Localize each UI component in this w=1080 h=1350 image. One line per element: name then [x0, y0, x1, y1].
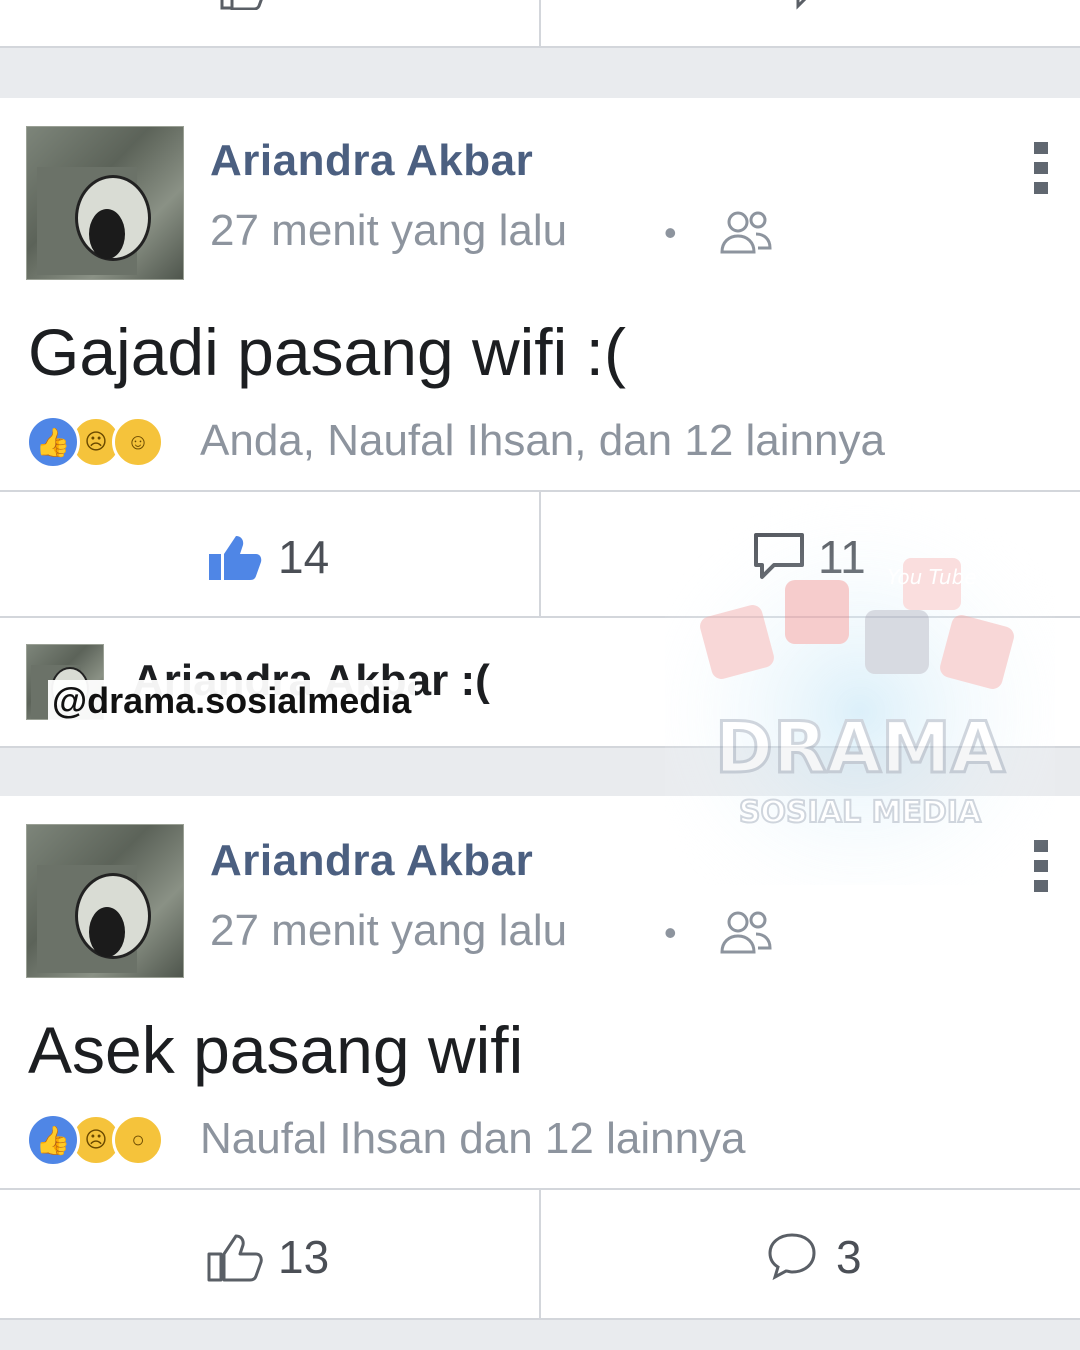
reaction-summary[interactable]: Naufal Ihsan dan 12 lainnya: [200, 1114, 746, 1164]
action-divider: [539, 0, 541, 48]
comment-button[interactable]: 3: [766, 1230, 862, 1284]
thumbs-up-icon: [209, 536, 262, 580]
like-reaction-icon: 👍: [26, 1113, 80, 1167]
avatar[interactable]: [26, 126, 184, 280]
wow-reaction-icon: ○: [112, 1114, 164, 1166]
like-button[interactable]: 14: [206, 530, 329, 584]
post-text: Asek pasang wifi: [28, 1013, 524, 1087]
comment-button[interactable]: [790, 0, 830, 10]
watermark-handle: @drama.sosialmedia: [48, 680, 416, 722]
comment-count: 3: [836, 1231, 862, 1283]
meta-separator: •: [664, 912, 677, 953]
action-divider: [539, 1190, 541, 1320]
meta-separator: •: [664, 212, 677, 253]
thumbs-up-icon: [220, 0, 263, 11]
avatar[interactable]: [26, 824, 184, 978]
divider: [0, 46, 1080, 48]
author-name[interactable]: Ariandra Akbar: [210, 836, 533, 886]
comment-icon: [796, 0, 807, 10]
friends-privacy-icon: [718, 208, 774, 263]
logo-title: DRAMA: [715, 707, 1005, 789]
reaction-summary[interactable]: Anda, Naufal Ihsan, dan 12 lainnya: [200, 416, 885, 466]
post-timestamp[interactable]: 27 menit yang lalu: [210, 906, 567, 956]
more-options-icon[interactable]: [1034, 142, 1048, 194]
action-divider: [539, 492, 541, 618]
thumbs-up-icon: [207, 1234, 263, 1282]
post-timestamp[interactable]: 27 menit yang lalu: [210, 206, 567, 256]
author-name[interactable]: Ariandra Akbar: [210, 136, 533, 186]
post-text: Gajadi pasang wifi :(: [28, 315, 626, 389]
like-button[interactable]: [218, 0, 298, 11]
youtube-label: You Tube: [887, 565, 976, 589]
reaction-icons[interactable]: 👍 ☹ ☺: [26, 414, 164, 470]
haha-reaction-icon: ☺: [112, 416, 164, 468]
like-count: 13: [278, 1231, 330, 1283]
watermark-logo: You Tube DRAMA SOSIAL MEDIA: [665, 500, 1055, 885]
divider: [0, 1318, 1080, 1320]
comment-icon: [768, 1233, 816, 1281]
reaction-icons[interactable]: 👍 ☹ ○: [26, 1112, 164, 1168]
like-count: 14: [278, 531, 330, 583]
logo-subtitle: SOSIAL MEDIA: [739, 795, 982, 830]
friends-privacy-icon: [718, 908, 774, 963]
like-button[interactable]: 13: [206, 1230, 329, 1284]
like-reaction-icon: 👍: [26, 415, 80, 469]
